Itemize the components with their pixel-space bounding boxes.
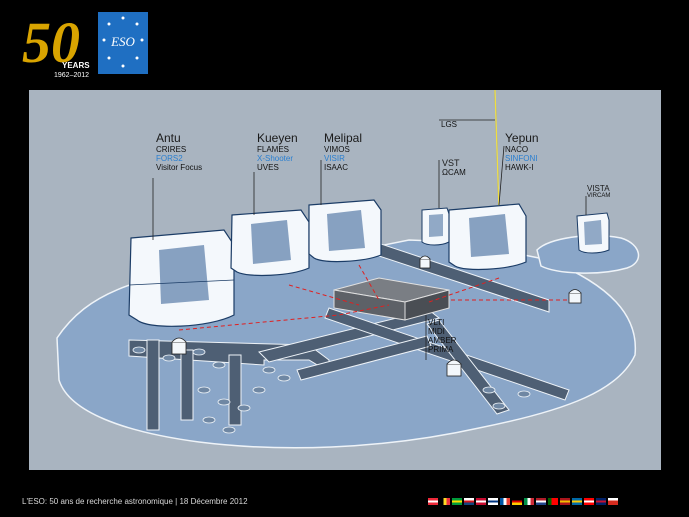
telescope-name: VISTA xyxy=(587,184,610,193)
enclosure-antu xyxy=(128,229,235,327)
instrument: MIDI xyxy=(428,327,445,336)
sweden-flag xyxy=(572,498,582,505)
enclosure-melipal xyxy=(308,199,382,263)
chile-flag xyxy=(608,498,618,505)
label-kueyen: Kueyen FLAMES X-Shooter UVES xyxy=(257,131,298,173)
netherlands-flag xyxy=(536,498,546,505)
eso-logo-text: ESO xyxy=(110,34,135,49)
instrument: AMBER xyxy=(428,336,457,345)
belgium-flag xyxy=(440,498,450,505)
label-vista: VISTA VIRCAM xyxy=(587,184,610,200)
instrument-highlight: X-Shooter xyxy=(257,154,294,163)
vlti-name: VLTI xyxy=(428,318,445,327)
switzerland-flag xyxy=(584,498,594,505)
uk-flag xyxy=(596,498,606,505)
label-melipal: Melipal VIMOS VISIR ISAAC xyxy=(324,131,363,173)
member-state-flags xyxy=(428,498,618,505)
logo-years-label: YEARS xyxy=(62,61,90,70)
instrument: HAWK-I xyxy=(505,163,534,172)
instrument: Visitor Focus xyxy=(156,163,203,172)
enclosure-yepun xyxy=(448,203,527,271)
eso-50-logo: 50 YEARS 1962–2012 ESO xyxy=(22,10,152,80)
instrument: NACO xyxy=(505,145,529,154)
instrument-highlight: FORS2 xyxy=(156,154,183,163)
label-vlti: VLTI MIDI AMBER PRIMA xyxy=(428,318,456,354)
enclosure-kueyen xyxy=(230,209,310,277)
instrument-highlight: SINFONI xyxy=(505,154,538,163)
denmark-flag xyxy=(476,498,486,505)
enclosure-vista xyxy=(576,212,610,254)
label-yepun: Yepun NACO SINFONI HAWK-I xyxy=(505,131,539,173)
finland-flag xyxy=(488,498,498,505)
brazil-flag xyxy=(452,498,462,505)
instrument-highlight: VISIR xyxy=(324,154,345,163)
enclosure-vst xyxy=(421,207,450,246)
instrument: FLAMES xyxy=(257,145,290,154)
telescope-name: Kueyen xyxy=(257,131,298,145)
spain-flag xyxy=(560,498,570,505)
instrument: PRIMA xyxy=(428,345,454,354)
telescope-name: Melipal xyxy=(324,131,363,145)
instrument: ISAAC xyxy=(324,163,349,172)
label-vst: VST ΩCAM xyxy=(442,158,466,177)
label-antu: Antu CRIRES FORS2 Visitor Focus xyxy=(156,131,203,173)
label-lgs: LGS xyxy=(441,120,457,129)
instrument: UVES xyxy=(257,163,279,172)
instrument: VIRCAM xyxy=(587,193,611,199)
instrument: CRIRES xyxy=(156,145,187,154)
france-flag xyxy=(500,498,510,505)
telescope-name: Antu xyxy=(156,131,181,145)
italy-flag xyxy=(524,498,534,505)
footer-text: L'ESO: 50 ans de recherche astronomique … xyxy=(22,497,248,506)
paranal-diagram: Antu CRIRES FORS2 Visitor Focus Kueyen F… xyxy=(29,90,661,470)
instrument: ΩCAM xyxy=(442,168,466,177)
telescope-name: Yepun xyxy=(505,131,539,145)
czech-flag xyxy=(464,498,474,505)
lgs-label: LGS xyxy=(441,120,458,129)
telescope-name: VST xyxy=(442,158,460,168)
logo-years-range: 1962–2012 xyxy=(54,72,89,79)
instrument: VIMOS xyxy=(324,145,350,154)
austria-flag xyxy=(428,498,438,505)
germany-flag xyxy=(512,498,522,505)
portugal-flag xyxy=(548,498,558,505)
